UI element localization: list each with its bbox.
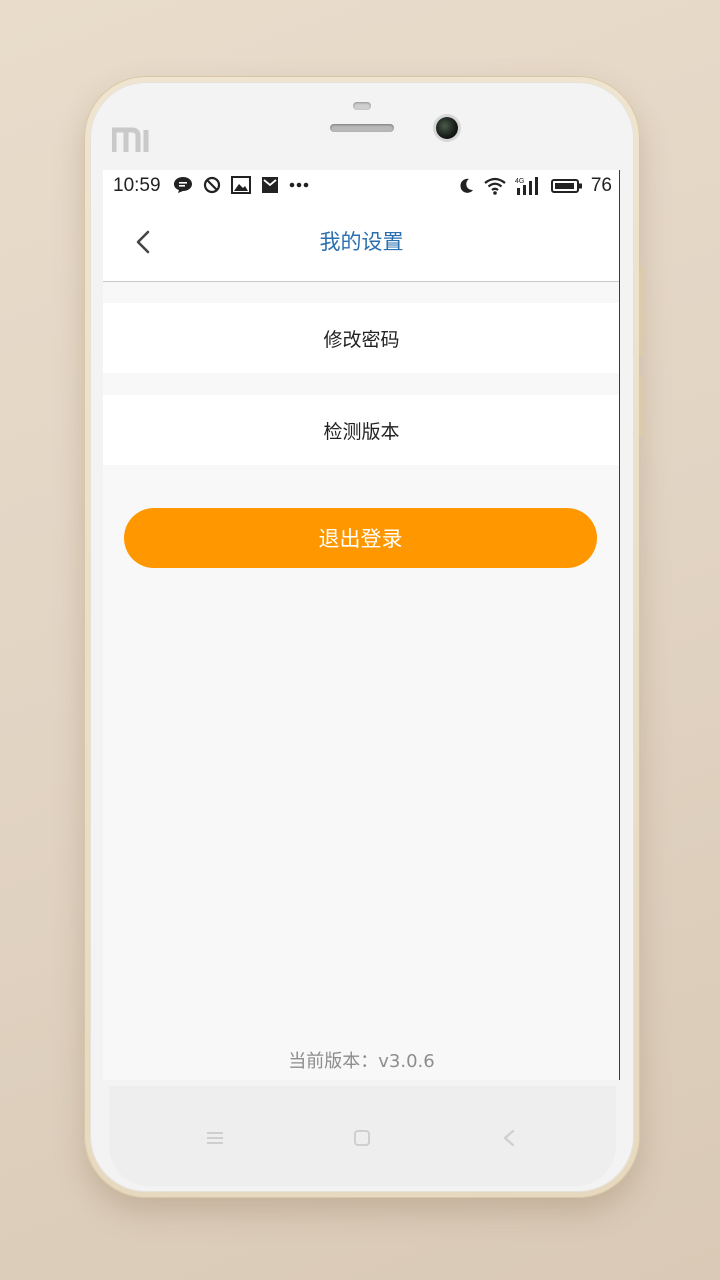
change-password-label: 修改密码 — [323, 328, 400, 351]
back-icon — [503, 1129, 515, 1147]
battery-level: 76 — [590, 175, 612, 196]
home-nav-button[interactable] — [350, 1126, 374, 1150]
proximity-sensor — [353, 102, 371, 110]
menu-icon — [207, 1132, 223, 1144]
screen-edge — [619, 170, 620, 1080]
check-version-item[interactable]: 检测版本 — [103, 395, 620, 465]
status-bar: 10:59 4G 76 — [103, 170, 620, 200]
earpiece-speaker — [330, 124, 394, 132]
menu-nav-button[interactable] — [203, 1126, 227, 1150]
brand-logo — [112, 127, 149, 152]
page-title: 我的设置 — [319, 230, 404, 254]
image-icon — [231, 176, 251, 194]
more-dots-icon — [289, 182, 309, 188]
svg-text:4G: 4G — [515, 178, 524, 185]
volume-button — [639, 266, 643, 356]
chat-bubble-icon — [174, 177, 192, 193]
system-status-icons: 4G 76 — [457, 175, 612, 197]
check-version-label: 检测版本 — [323, 420, 400, 443]
wifi-icon — [484, 177, 506, 195]
change-password-item[interactable]: 修改密码 — [103, 303, 620, 373]
front-camera — [436, 117, 458, 139]
logout-button[interactable]: 退出登录 — [124, 508, 597, 568]
navigation-bar — [109, 1086, 616, 1186]
power-button — [639, 376, 643, 436]
battery-icon — [550, 179, 582, 193]
moon-icon — [460, 178, 473, 193]
version-label: 当前版本：v3.0.6 — [288, 1051, 435, 1072]
home-icon — [354, 1130, 370, 1146]
back-nav-button[interactable] — [497, 1126, 521, 1150]
block-icon — [203, 176, 221, 194]
signal-icon: 4G — [515, 177, 538, 195]
status-time: 10:59 — [113, 175, 161, 196]
app-screen: 10:59 4G 76 我的设置 修改密码 检测版本 退出登录 当前版本：v3.… — [103, 170, 620, 1080]
title-bar: 我的设置 — [103, 200, 620, 282]
mail-icon — [262, 177, 278, 193]
notification-icons — [173, 176, 309, 194]
